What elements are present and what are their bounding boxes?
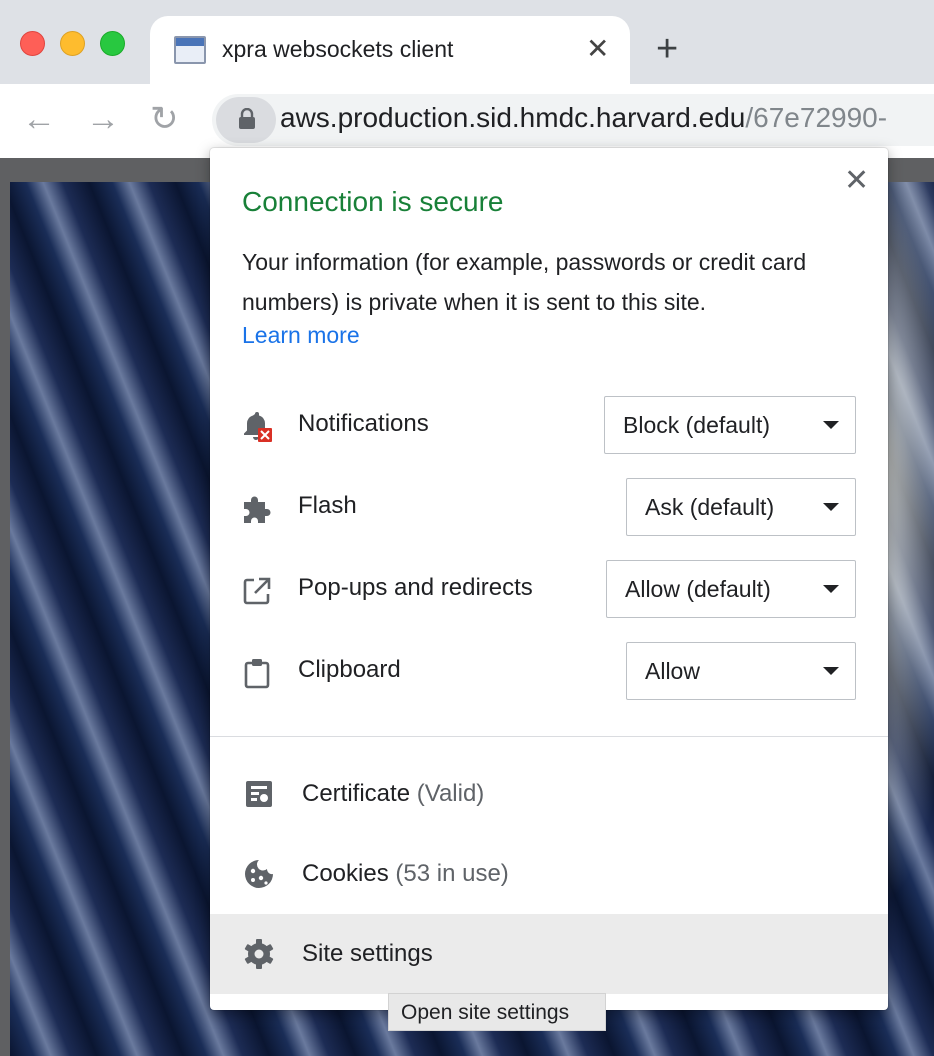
cookies-status: (53 in use) <box>395 860 509 887</box>
popup-close-icon[interactable]: ✕ <box>844 166 869 196</box>
select-value: Ask (default) <box>645 494 775 520</box>
tab-close-icon[interactable]: ✕ <box>586 34 609 64</box>
minimize-window-button[interactable] <box>60 31 85 56</box>
chevron-down-icon <box>823 421 839 429</box>
close-window-button[interactable] <box>20 31 45 56</box>
tab-title: xpra websockets client <box>222 36 454 62</box>
certificate-row[interactable]: Certificate (Valid) <box>210 754 888 834</box>
select-value: Block (default) <box>623 412 771 438</box>
permission-row-clipboard: Clipboard Allow <box>210 642 888 700</box>
divider <box>210 736 888 737</box>
permission-label: Pop-ups and redirects <box>298 574 533 601</box>
select-value: Allow <box>645 658 700 684</box>
chevron-down-icon <box>823 585 839 593</box>
active-tab[interactable]: xpra websockets client ✕ <box>150 16 630 86</box>
flash-select[interactable]: Ask (default) <box>626 478 856 536</box>
url-path: /67e72990- <box>745 102 888 133</box>
permission-label: Notifications <box>298 410 429 437</box>
learn-more-link[interactable]: Learn more <box>242 322 360 349</box>
notifications-blocked-icon <box>244 412 272 442</box>
back-button[interactable]: ← <box>22 102 56 136</box>
permission-label: Clipboard <box>298 656 401 683</box>
site-info-popup: ✕ Connection is secure Your information … <box>210 148 888 1010</box>
reload-button[interactable]: ↻ <box>150 102 179 136</box>
cookies-row[interactable]: Cookies (53 in use) <box>210 834 888 914</box>
chevron-down-icon <box>823 503 839 511</box>
new-tab-button[interactable]: + <box>656 30 678 68</box>
cookie-icon <box>245 860 273 888</box>
url-text[interactable]: aws.production.sid.hmdc.harvard.edu/67e7… <box>280 102 887 134</box>
puzzle-icon <box>244 496 271 523</box>
certificate-icon <box>246 781 272 807</box>
site-info-button[interactable] <box>216 97 276 143</box>
toolbar: ← → ↻ aws.production.sid.hmdc.harvard.ed… <box>0 84 934 158</box>
select-value: Allow (default) <box>625 576 771 602</box>
clipboard-icon <box>244 659 270 689</box>
window-favicon-icon <box>174 36 206 64</box>
chevron-down-icon <box>823 667 839 675</box>
cookies-label: Cookies (53 in use) <box>302 860 509 888</box>
url-host: aws.production.sid.hmdc.harvard.edu <box>280 102 746 133</box>
permission-row-popups: Pop-ups and redirects Allow (default) <box>210 560 888 618</box>
certificate-status: (Valid) <box>416 780 485 807</box>
tab-strip: xpra websockets client ✕ + <box>0 0 934 86</box>
site-settings-label: Site settings <box>302 940 433 967</box>
cookies-text: Cookies <box>302 860 389 887</box>
connection-description: Your information (for example, passwords… <box>242 249 807 315</box>
permission-row-notifications: Notifications Block (default) <box>210 396 888 454</box>
notifications-select[interactable]: Block (default) <box>604 396 856 454</box>
tooltip: Open site settings <box>388 993 606 1031</box>
certificate-label: Certificate (Valid) <box>302 780 484 808</box>
permission-row-flash: Flash Ask (default) <box>210 478 888 536</box>
open-external-icon <box>243 577 271 605</box>
fullscreen-window-button[interactable] <box>100 31 125 56</box>
popups-select[interactable]: Allow (default) <box>606 560 856 618</box>
forward-button[interactable]: → <box>86 102 120 136</box>
connection-status-title: Connection is secure <box>242 186 504 217</box>
gear-icon <box>244 939 274 969</box>
lock-icon <box>239 108 255 129</box>
clipboard-select[interactable]: Allow <box>626 642 856 700</box>
permission-label: Flash <box>298 492 357 519</box>
certificate-text: Certificate <box>302 780 411 807</box>
site-settings-row[interactable]: Site settings <box>210 914 888 994</box>
address-bar[interactable]: aws.production.sid.hmdc.harvard.edu/67e7… <box>212 94 934 146</box>
